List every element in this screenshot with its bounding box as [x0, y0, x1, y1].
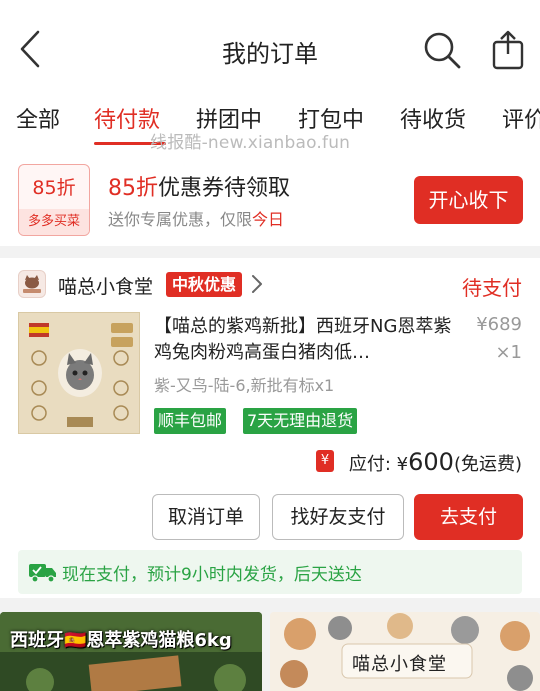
- product-quantity: ×1: [495, 342, 522, 363]
- product-thumbnail[interactable]: [18, 312, 140, 434]
- chevron-right-icon[interactable]: [250, 273, 264, 295]
- claim-coupon-button[interactable]: 开心收下: [414, 176, 523, 224]
- product-spec: 紫-又鸟-陆-6,新批有标x1: [154, 376, 335, 395]
- coupon-description: 送你专属优惠，仅限今日: [108, 206, 284, 230]
- recommend-banner-left[interactable]: 西班牙🇪🇸恩萃紫鸡猫粮6kg: [0, 612, 262, 691]
- order-status: 待支付: [462, 276, 522, 300]
- coupon-title: 85折优惠券待领取: [108, 170, 290, 202]
- banner-right-text: 喵总小食堂: [352, 654, 447, 675]
- coupon-title-discount: 85折: [108, 176, 158, 201]
- nav-header: 我的订单: [0, 0, 540, 96]
- payment-yen-icon: ¥: [316, 450, 334, 472]
- coupon-banner: 85折 多多买菜 85折优惠券待领取 送你专属优惠，仅限今日 开心收下: [0, 150, 540, 246]
- share-icon[interactable]: [488, 30, 528, 70]
- order-total: 应付: ¥600(免运费): [349, 448, 522, 476]
- shop-logo[interactable]: [18, 270, 46, 298]
- tab-all[interactable]: 全部: [16, 102, 60, 134]
- free-shipping-tag: 顺丰包邮: [154, 408, 227, 434]
- delivery-truck-icon: [29, 564, 56, 583]
- tab-review[interactable]: 评价: [502, 102, 540, 134]
- product-image: [29, 323, 133, 427]
- shop-name[interactable]: 喵总小食堂: [58, 272, 153, 299]
- cat-logo-icon: [23, 275, 41, 293]
- friend-pay-button[interactable]: 找好友支付: [272, 494, 404, 540]
- product-title[interactable]: 【喵总的紫鸡新批】西班牙NG恩萃紫鸡兔肉粉鸡高蛋白猪肉低…: [154, 314, 454, 366]
- order-card: 喵总小食堂 中秋优惠 待支付 【喵总的紫鸡新批】西班牙NG恩萃紫鸡兔肉粉鸡高蛋白: [0, 258, 540, 598]
- banner-left-text: 西班牙🇪🇸恩萃紫鸡猫粮6kg: [10, 630, 232, 651]
- coupon-title-text: 优惠券待领取: [158, 176, 291, 201]
- coupon-badge-discount: 85折: [32, 177, 76, 199]
- tab-to-receive[interactable]: 待收货: [400, 102, 466, 134]
- total-amount: 600: [408, 448, 454, 476]
- cancel-order-button[interactable]: 取消订单: [152, 494, 260, 540]
- product-price: ¥689: [476, 314, 522, 335]
- promo-tag: 中秋优惠: [166, 272, 243, 297]
- return-policy-tag: 7天无理由退货: [243, 408, 358, 434]
- coupon-badge-source: 多多买菜: [19, 209, 89, 235]
- pay-button[interactable]: 去支付: [414, 494, 523, 540]
- search-icon[interactable]: [422, 30, 462, 70]
- total-label: 应付: ¥: [348, 454, 409, 475]
- total-note: (免运费): [453, 454, 522, 475]
- shipping-estimate: 现在支付，预计9小时内发货，后天送达: [62, 565, 362, 585]
- coupon-desc-text: 送你专属优惠，仅限: [108, 210, 253, 229]
- shipping-notice: 现在支付，预计9小时内发货，后天送达: [18, 550, 522, 594]
- recommend-banner-right[interactable]: 喵总小食堂: [270, 612, 540, 691]
- coupon-desc-today: 今日: [252, 210, 285, 229]
- coupon-badge: 85折 多多买菜: [18, 164, 90, 236]
